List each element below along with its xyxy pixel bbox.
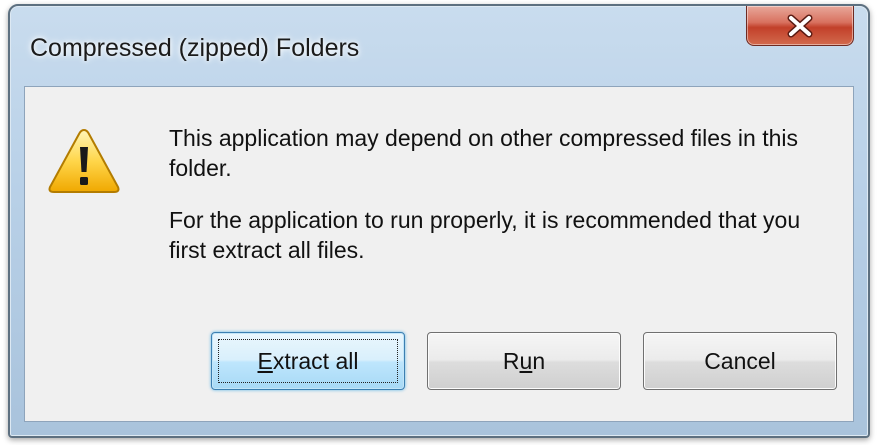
- extract-all-button[interactable]: Extract all: [211, 332, 405, 390]
- close-icon: [747, 6, 853, 45]
- window-title: Compressed (zipped) Folders: [30, 34, 360, 62]
- title-bar[interactable]: Compressed (zipped) Folders: [10, 6, 868, 86]
- dialog-body: This application may depend on other com…: [24, 86, 854, 422]
- close-button[interactable]: [746, 6, 854, 46]
- warning-icon: [47, 127, 121, 195]
- dialog-window: Compressed (zipped) Folders This applica…: [8, 4, 870, 438]
- message-line-2: For the application to run properly, it …: [169, 207, 801, 263]
- message-text: This application may depend on other com…: [169, 123, 829, 287]
- message-line-1: This application may depend on other com…: [169, 125, 799, 181]
- cancel-button[interactable]: Cancel: [643, 332, 837, 390]
- run-button[interactable]: Run: [427, 332, 621, 390]
- run-label: Run: [502, 347, 546, 374]
- focus-ring: [218, 339, 398, 383]
